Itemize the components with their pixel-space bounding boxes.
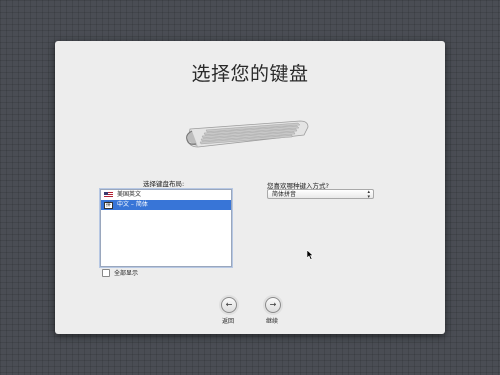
layout-label: 选择键盘布局: [143, 180, 185, 188]
arrow-left-icon: ← [225, 300, 233, 309]
continue-button[interactable]: → [265, 297, 281, 313]
input-method-select[interactable]: 简体拼音 ▴ ▾ [267, 189, 374, 200]
layout-list[interactable]: 美国英文 拼 中文 – 简体 [100, 189, 232, 267]
show-all-label: 全部显示 [114, 270, 139, 277]
back-label: 返回 [221, 318, 234, 325]
layout-item-label: 中文 – 简体 [117, 201, 148, 208]
input-method-value: 简体拼音 [272, 191, 297, 198]
mouse-pointer-icon [307, 250, 314, 260]
layout-item-chinese-simplified[interactable]: 拼 中文 – 简体 [101, 200, 231, 210]
page-title: 选择您的键盘 [191, 63, 309, 85]
pinyin-input-icon: 拼 [104, 201, 113, 209]
layout-item-us-english[interactable]: 美国英文 [101, 190, 231, 200]
us-flag-icon [104, 192, 113, 198]
arrow-right-icon: → [269, 300, 277, 309]
continue-label: 继续 [265, 318, 278, 325]
setup-panel: 选择您的键盘 选择键盘布局: 美国英文 拼 中文 – 简体 全部显示 您喜欢哪种… [55, 41, 445, 334]
checkbox-box[interactable] [102, 268, 110, 277]
show-all-checkbox[interactable]: 全部显示 [102, 268, 138, 277]
back-button[interactable]: ← [221, 297, 237, 313]
layout-item-label: 美国英文 [117, 191, 142, 198]
updown-arrows-icon: ▴ ▾ [367, 189, 370, 200]
keyboard-illustration [186, 120, 309, 148]
